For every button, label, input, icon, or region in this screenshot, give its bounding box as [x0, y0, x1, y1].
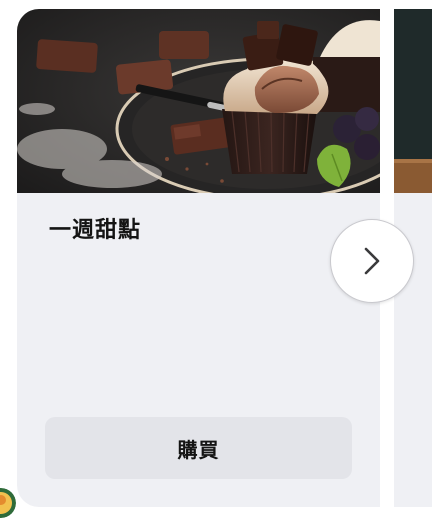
- product-image: [17, 9, 380, 193]
- chat-avatar[interactable]: [0, 488, 16, 518]
- next-product-image: [394, 9, 432, 193]
- product-title: 一週甜點: [49, 218, 142, 243]
- product-card[interactable]: 一週甜點 購買: [17, 9, 380, 507]
- avatar-icon: [0, 488, 16, 518]
- buy-button[interactable]: 購買: [45, 417, 352, 479]
- product-carousel: 一週甜點 購買: [0, 0, 432, 522]
- carousel-next-button[interactable]: [330, 219, 414, 303]
- chevron-right-icon: [364, 247, 380, 275]
